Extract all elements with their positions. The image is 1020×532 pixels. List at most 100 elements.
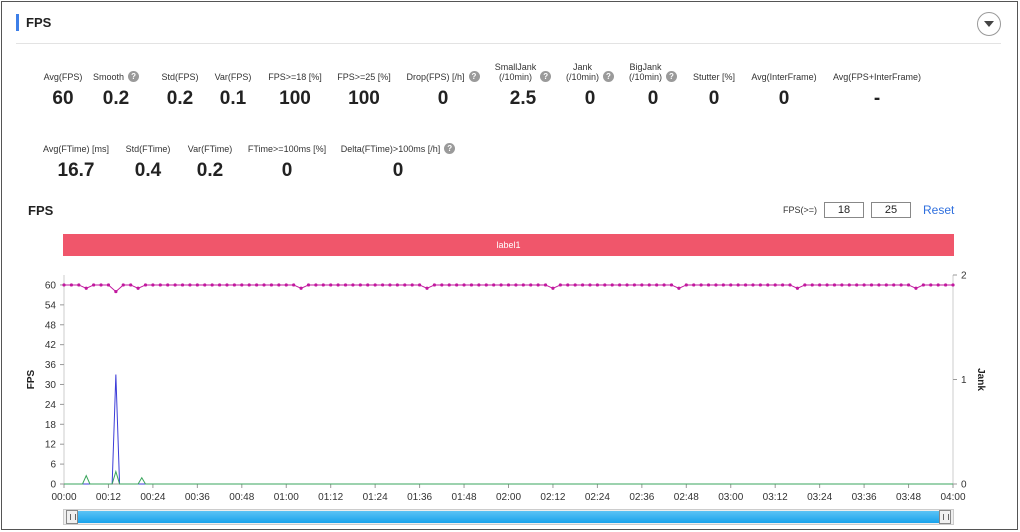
- y-axis-label: FPS: [26, 369, 37, 389]
- fps-series-point: [847, 283, 851, 287]
- y2-tick-label: 0: [961, 480, 967, 491]
- fps-series-point: [403, 283, 407, 287]
- fps-series-point: [684, 283, 688, 287]
- label-bar[interactable]: label1: [63, 234, 954, 256]
- x-tick-label: 01:12: [318, 492, 343, 503]
- fps-series-point: [240, 283, 244, 287]
- x-tick-label: 00:12: [96, 492, 121, 503]
- fps-series-point: [232, 283, 236, 287]
- fps-series-point: [484, 283, 488, 287]
- x-tick-label: 01:00: [274, 492, 299, 503]
- fps-series-point: [366, 283, 370, 287]
- slider-left-handle[interactable]: [66, 510, 78, 524]
- fps-series-point: [603, 283, 607, 287]
- row1-stat-12: Avg(FPS+InterFrame) -: [817, 60, 937, 110]
- fps-series-point: [129, 283, 133, 287]
- x-tick-label: 02:24: [585, 492, 610, 503]
- fps-series-point: [877, 283, 881, 287]
- fps-series-point: [662, 283, 666, 287]
- x-tick-label: 01:24: [363, 492, 388, 503]
- x-tick-label: 00:36: [185, 492, 210, 503]
- help-icon[interactable]: ?: [444, 143, 456, 154]
- fps-series-point: [914, 286, 918, 290]
- y-tick-label: 0: [50, 480, 56, 491]
- fps-series-point: [655, 283, 659, 287]
- fps-series-point: [321, 283, 325, 287]
- fps-series-point: [736, 283, 740, 287]
- fps-series-point: [743, 283, 748, 287]
- fps-series-point: [410, 283, 414, 287]
- fps-series-point: [669, 283, 674, 287]
- time-range-slider[interactable]: [63, 509, 954, 525]
- fps-series-point: [432, 283, 437, 287]
- fps-series-point: [158, 283, 162, 287]
- fps-series-point: [610, 283, 614, 287]
- slider-track-fill: [74, 511, 943, 523]
- fps-series-point: [373, 283, 377, 287]
- fps-series-point: [810, 283, 814, 287]
- x-tick-label: 02:00: [496, 492, 521, 503]
- fps-series-point: [862, 283, 866, 287]
- x-tick-label: 00:48: [229, 492, 254, 503]
- fps-series-point: [425, 286, 429, 290]
- fps-series-point: [314, 283, 318, 287]
- y-tick-label: 12: [45, 440, 57, 451]
- fps-series-point: [277, 283, 281, 287]
- row2-stat-3: FTime>=100ms [%] 0: [227, 132, 347, 182]
- threshold-low-input[interactable]: [824, 202, 864, 218]
- threshold-label: FPS(>=): [783, 205, 818, 215]
- x-tick-label: 03:24: [807, 492, 832, 503]
- fps-series-point: [869, 283, 874, 287]
- fps-series-point: [306, 283, 311, 287]
- fps-series-point: [781, 283, 785, 287]
- fps-series-point: [640, 283, 644, 287]
- fps-series-point: [943, 283, 948, 287]
- fps-series-point: [595, 283, 600, 287]
- fps-series-point: [114, 289, 118, 294]
- y-tick-label: 6: [50, 460, 56, 471]
- fps-series-point: [299, 286, 303, 290]
- slider-right-handle[interactable]: [939, 510, 951, 524]
- x-tick-label: 03:36: [852, 492, 877, 503]
- fps-series-point: [99, 283, 103, 287]
- y-tick-label: 54: [45, 300, 57, 311]
- y-tick-label: 24: [45, 400, 57, 411]
- fps-series-point: [551, 286, 555, 290]
- y2-tick-label: 2: [961, 271, 967, 282]
- threshold-high-input[interactable]: [871, 202, 911, 218]
- fps-series-point: [292, 283, 296, 287]
- fps-chart: 0612182430364248546001200:00 00:12 00:24 00…: [26, 271, 986, 504]
- fps-series-point: [536, 283, 540, 287]
- fps-series-point: [255, 283, 259, 287]
- x-tick-label: 03:12: [763, 492, 788, 503]
- stat-value: -: [873, 88, 881, 109]
- stat-label-text: Delta(FTime)>100ms [/h]: [340, 144, 441, 154]
- fps-series-point: [825, 283, 829, 287]
- fps-series-point: [566, 283, 570, 287]
- fps-series-point: [951, 283, 955, 287]
- y-tick-label: 48: [45, 320, 57, 331]
- reset-button[interactable]: Reset: [923, 203, 954, 217]
- y-tick-label: 30: [45, 380, 57, 391]
- fps-series-point: [418, 283, 422, 287]
- fps-series-point: [77, 283, 81, 287]
- stat-label-text: Avg(FPS+InterFrame): [832, 72, 922, 82]
- fps-series-point: [84, 286, 88, 290]
- fps-series-point: [195, 283, 199, 287]
- fps-series-point: [269, 283, 274, 287]
- header-accent-bar: [16, 13, 19, 31]
- fps-series-point: [884, 283, 888, 287]
- fps-series-point: [92, 283, 96, 287]
- fps-series-point: [625, 283, 629, 287]
- fps-series-point: [351, 283, 355, 287]
- fps-series-point: [514, 283, 518, 287]
- fps-series-point: [906, 283, 911, 287]
- fps-series-point: [121, 283, 125, 287]
- fps-series-point: [818, 283, 822, 287]
- fps-series-point: [336, 283, 340, 287]
- fps-series-point: [151, 283, 155, 287]
- label-bar-text: label1: [496, 240, 521, 250]
- x-tick-label: 03:00: [718, 492, 743, 503]
- collapse-button[interactable]: [977, 12, 1001, 36]
- y2-axis-label: Jank: [975, 368, 986, 391]
